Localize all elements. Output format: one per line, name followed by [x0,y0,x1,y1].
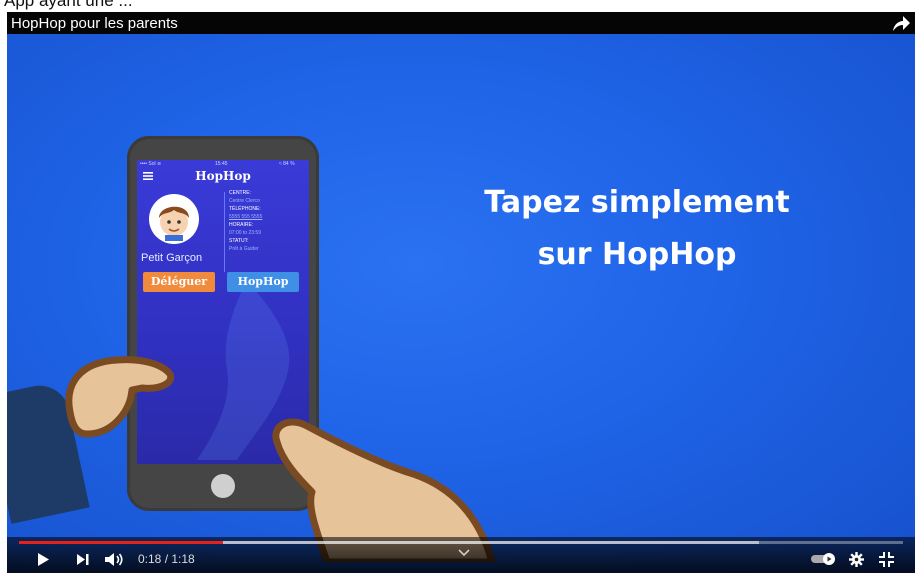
telephone-value: 5555 555 5555 [229,214,263,220]
headline-line-1: Tapez simplement [484,185,790,220]
next-icon[interactable] [77,554,89,565]
settings-gear-icon[interactable] [849,552,864,567]
left-hand-illustration [65,356,175,438]
headline-line-2: sur HopHop [537,237,737,272]
horaire-label: HORAIRE: [229,222,254,228]
deleguer-button: Déléguer [143,272,215,292]
centre-value: Centre Clerco [229,198,260,204]
video-frame[interactable]: Tapez simplement sur HopHop •••• Sol ≋ 1… [7,12,915,573]
page-top-text: App ayant une ... [0,0,915,12]
hophop-button: HopHop [227,272,299,292]
child-avatar [149,194,199,244]
status-signal: •••• Sol ≋ [140,161,162,167]
statut-label: STATUT: [229,238,249,244]
play-icon[interactable] [37,553,49,566]
video-title-bar: HopHop pour les parents [7,12,915,34]
autoplay-toggle-icon[interactable] [811,553,837,565]
exit-fullscreen-icon[interactable] [879,552,894,567]
phone-status-bar: •••• Sol ≋ 15:45 ≈ 84 % [137,160,309,168]
child-face-icon [159,206,189,241]
child-name: Petit Garçon [141,252,203,264]
video-title[interactable]: HopHop pour les parents [11,15,178,32]
volume-icon[interactable] [105,552,125,567]
horaire-value: 07:00 to 23:59 [229,230,261,236]
statut-value: Prêt à Guider [229,246,259,252]
app-header: HopHop [137,168,309,184]
status-time: 15:45 [215,161,228,167]
telephone-label: TÉLÉPHONE: [229,206,261,212]
video-player[interactable]: Tapez simplement sur HopHop •••• Sol ≋ 1… [7,12,915,573]
app-title: HopHop [195,169,251,183]
video-headline: Tapez simplement sur HopHop [447,177,827,281]
top-text: App ayant une ... [4,0,133,10]
phone-home-button [211,474,235,498]
progress-played [19,541,223,544]
status-battery: ≈ 84 % [279,161,295,167]
child-info: CENTRE: Centre Clerco TÉLÉPHONE: 5555 55… [229,190,309,254]
share-icon[interactable] [891,15,911,33]
centre-label: CENTRE: [229,190,251,196]
time-display: 0:18 / 1:18 [138,552,195,566]
info-divider [224,192,225,272]
chevron-down-icon[interactable] [458,549,470,557]
